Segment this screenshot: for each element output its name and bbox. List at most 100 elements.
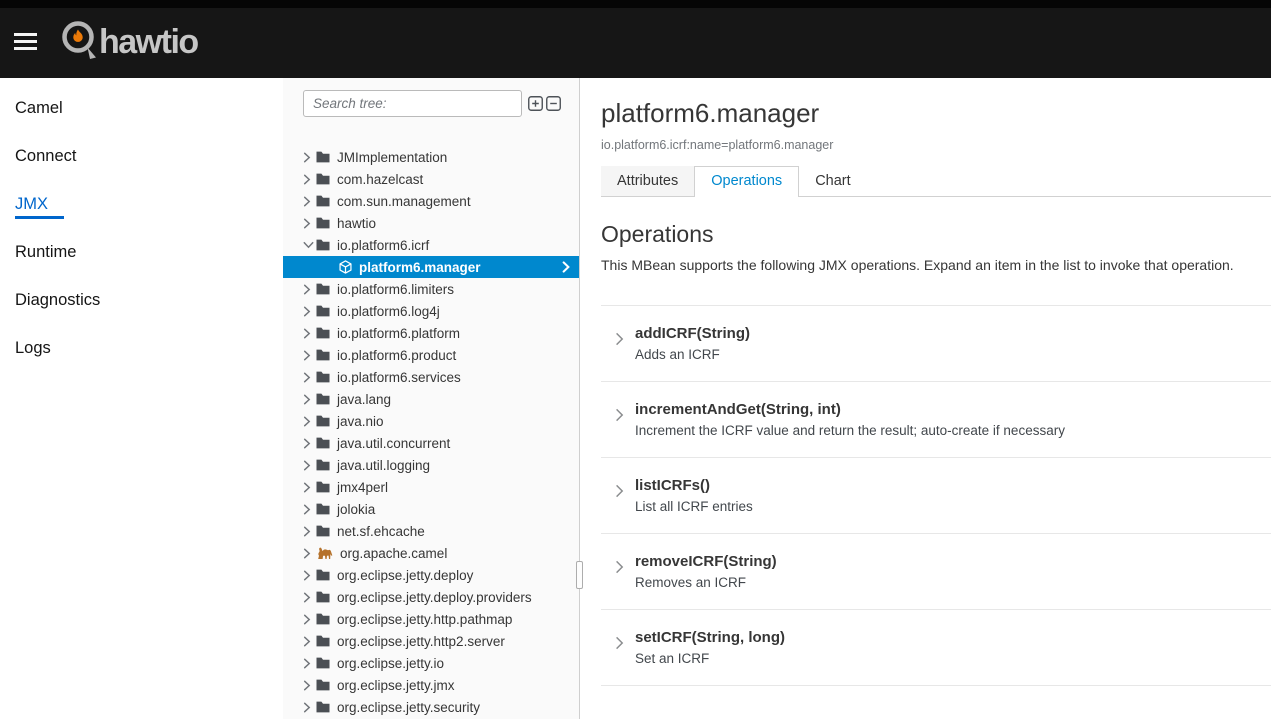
tree-item[interactable]: com.hazelcast — [283, 168, 579, 190]
tree-item[interactable]: org.eclipse.jetty.http2.server — [283, 630, 579, 652]
mbean-tree: JMImplementationcom.hazelcastcom.sun.man… — [283, 146, 579, 718]
tree-item-label: java.nio — [337, 414, 384, 429]
chevron-right-icon — [303, 526, 314, 537]
chevron-right-icon — [303, 174, 314, 185]
tree-item[interactable]: platform6.manager — [283, 256, 579, 278]
folder-icon — [316, 657, 330, 669]
tree-item-label: org.eclipse.jetty.jmx — [337, 678, 455, 693]
tree-item-label: java.lang — [337, 392, 391, 407]
tree-item[interactable]: org.eclipse.jetty.deploy — [283, 564, 579, 586]
tree-item[interactable]: org.apache.camel — [283, 542, 579, 564]
tree-item[interactable]: jmx4perl — [283, 476, 579, 498]
sidebar-item-label: Logs — [15, 339, 51, 358]
chevron-right-icon — [303, 658, 314, 669]
tree-item[interactable]: io.platform6.log4j — [283, 300, 579, 322]
sidebar-item-label: Runtime — [15, 243, 76, 262]
main-content: platform6.manager io.platform6.icrf:name… — [580, 78, 1271, 719]
sidebar-item-logs[interactable]: Logs — [0, 324, 283, 372]
tab-attributes[interactable]: Attributes — [601, 166, 694, 196]
chevron-right-icon — [303, 284, 314, 295]
chevron-right-icon — [303, 592, 314, 603]
operation-item[interactable]: incrementAndGet(String, int)Increment th… — [601, 382, 1271, 458]
chevron-right-icon — [303, 482, 314, 493]
folder-icon — [316, 349, 330, 361]
operation-signature: listICRFs() — [635, 478, 1271, 493]
tree-item[interactable]: java.lang — [283, 388, 579, 410]
tab-operations[interactable]: Operations — [694, 166, 799, 197]
chevron-right-icon — [303, 570, 314, 581]
chevron-right-icon — [303, 460, 314, 471]
sidebar-item-jmx[interactable]: JMX — [0, 180, 283, 228]
chevron-right-icon — [303, 372, 314, 383]
tree-item[interactable]: org.eclipse.jetty.io — [283, 652, 579, 674]
chevron-right-icon — [303, 548, 314, 559]
tree-item-label: org.eclipse.jetty.deploy.providers — [337, 590, 532, 605]
tree-item[interactable]: JMImplementation — [283, 146, 579, 168]
chevron-right-icon — [615, 636, 624, 650]
tree-item-label: io.platform6.log4j — [337, 304, 440, 319]
chevron-right-icon — [303, 196, 314, 207]
folder-icon — [316, 415, 330, 427]
tree-item-label: org.eclipse.jetty.security — [337, 700, 480, 715]
tree-item[interactable]: org.eclipse.jetty.jmx — [283, 674, 579, 696]
tree-item[interactable]: org.eclipse.jetty.security — [283, 696, 579, 718]
tree-item[interactable]: java.util.logging — [283, 454, 579, 476]
mbean-cube-icon — [339, 260, 352, 274]
operation-description: Increment the ICRF value and return the … — [635, 424, 1271, 438]
tree-item[interactable]: io.platform6.limiters — [283, 278, 579, 300]
tree-search-input[interactable] — [303, 90, 522, 117]
folder-icon — [316, 151, 330, 163]
tree-item[interactable]: java.nio — [283, 410, 579, 432]
operation-item[interactable]: listICRFs()List all ICRF entries — [601, 458, 1271, 534]
sidebar-item-runtime[interactable]: Runtime — [0, 228, 283, 276]
operation-description: Removes an ICRF — [635, 576, 1271, 590]
sidebar-item-label: Camel — [15, 99, 63, 118]
collapse-all-icon[interactable] — [546, 96, 561, 111]
sidebar-item-camel[interactable]: Camel — [0, 84, 283, 132]
tree-item[interactable]: jolokia — [283, 498, 579, 520]
folder-icon — [316, 195, 330, 207]
brand-title: hawtio — [99, 23, 198, 62]
tree-toolbar — [528, 96, 561, 111]
folder-icon — [316, 525, 330, 537]
folder-icon — [316, 459, 330, 471]
operation-item[interactable]: addICRF(String)Adds an ICRF — [601, 306, 1271, 382]
folder-icon — [316, 393, 330, 405]
folder-icon — [316, 217, 330, 229]
tree-item[interactable]: hawtio — [283, 212, 579, 234]
chevron-right-icon — [303, 636, 314, 647]
sidebar-item-diagnostics[interactable]: Diagnostics — [0, 276, 283, 324]
tree-item[interactable]: org.eclipse.jetty.deploy.providers — [283, 586, 579, 608]
folder-icon — [316, 305, 330, 317]
folder-icon — [316, 679, 330, 691]
tree-item-label: io.platform6.services — [337, 370, 461, 385]
folder-icon — [316, 591, 330, 603]
sidebar-item-connect[interactable]: Connect — [0, 132, 283, 180]
tree-item[interactable]: io.platform6.product — [283, 344, 579, 366]
operation-signature: removeICRF(String) — [635, 554, 1271, 569]
tree-item[interactable]: io.platform6.platform — [283, 322, 579, 344]
tree-item-label: org.eclipse.jetty.http.pathmap — [337, 612, 512, 627]
hamburger-bar — [14, 40, 37, 43]
chevron-right-icon — [303, 702, 314, 713]
tree-item[interactable]: net.sf.ehcache — [283, 520, 579, 542]
hamburger-menu-icon[interactable] — [14, 33, 37, 54]
tree-item-label: org.eclipse.jetty.deploy — [337, 568, 473, 583]
tree-scrollbar-thumb[interactable] — [576, 561, 583, 589]
tab-chart[interactable]: Chart — [799, 166, 866, 196]
operation-item[interactable]: setICRF(String, long)Set an ICRF — [601, 610, 1271, 686]
folder-icon — [316, 635, 330, 647]
tree-item[interactable]: io.platform6.services — [283, 366, 579, 388]
hawtio-brand[interactable]: hawtio — [58, 18, 198, 66]
tree-item[interactable]: org.eclipse.jetty.http.pathmap — [283, 608, 579, 630]
tree-item[interactable]: io.platform6.icrf — [283, 234, 579, 256]
operations-heading: Operations — [601, 221, 1271, 247]
operation-item[interactable]: removeICRF(String) Removes an ICRF — [601, 534, 1271, 610]
chevron-right-icon — [303, 614, 314, 625]
jmx-tree-panel: JMImplementationcom.hazelcastcom.sun.man… — [283, 78, 580, 719]
folder-icon — [316, 701, 330, 713]
expand-all-icon[interactable] — [528, 96, 543, 111]
tree-item[interactable]: com.sun.management — [283, 190, 579, 212]
operation-description: Adds an ICRF — [635, 348, 1271, 362]
tree-item[interactable]: java.util.concurrent — [283, 432, 579, 454]
